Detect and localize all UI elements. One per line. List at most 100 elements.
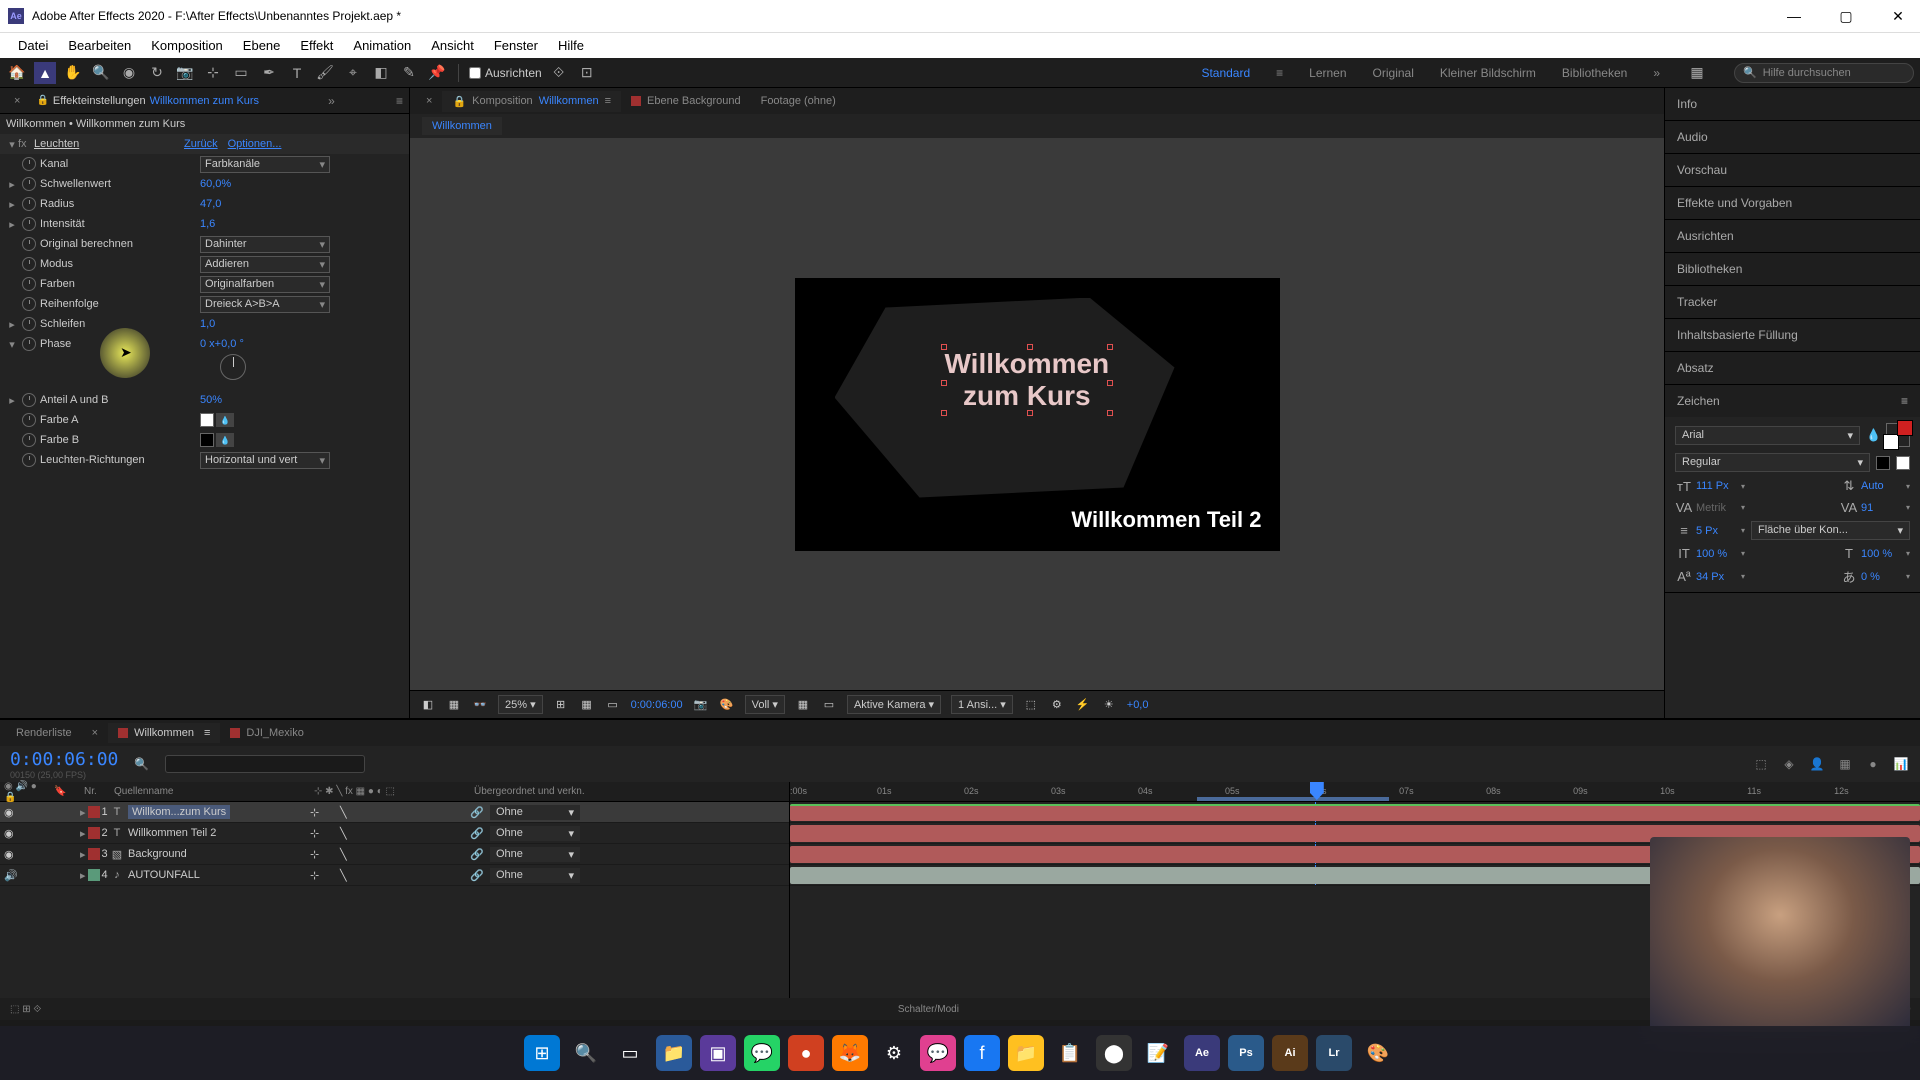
panel-tracker[interactable]: Tracker [1665,286,1920,318]
close-button[interactable]: ✕ [1884,6,1912,26]
snapshot-icon[interactable]: 📷 [693,697,709,713]
taskbar-photoshop[interactable]: Ps [1228,1035,1264,1071]
fx-toggle-icon[interactable]: fx [18,138,30,150]
title-text-layer[interactable]: Willkommen zum Kurs [945,348,1110,412]
tsume-value[interactable]: 0 % [1861,571,1903,583]
taskbar-facebook[interactable]: f [964,1035,1000,1071]
taskbar-app3[interactable]: ⚙ [876,1035,912,1071]
timeline-layer-row[interactable]: 🔊 ▸4 ♪AUTOUNFALL ⊹╲ 🔗Ohne▾ [0,865,789,886]
menu-bearbeiten[interactable]: Bearbeiten [58,34,141,57]
panel-audio[interactable]: Audio [1665,121,1920,153]
stopwatch-icon[interactable] [22,257,36,271]
tracking-value[interactable]: 91 [1861,502,1903,514]
hand-tool[interactable]: ✋ [62,62,84,84]
composition-viewer[interactable]: Willkommen zum Kurs Willkommen Teil 2 [410,138,1664,690]
comp-mini-flow-icon[interactable]: ⬚ [1752,755,1770,773]
minimize-button[interactable]: — [1780,6,1808,26]
menu-fenster[interactable]: Fenster [484,34,548,57]
taskbar-after-effects[interactable]: Ae [1184,1035,1220,1071]
stopwatch-icon[interactable] [22,157,36,171]
align-checkbox[interactable]: Ausrichten [469,66,542,80]
color-icon[interactable]: 🎨 [719,697,735,713]
panel-zeichen[interactable]: Zeichen ≡ [1665,385,1920,417]
phase-value[interactable]: 0 x+0,0 ° [200,338,244,350]
guides-icon[interactable]: ▭ [605,697,621,713]
brush-tool[interactable]: 🖌 [314,62,336,84]
clone-tool[interactable]: ⌖ [342,62,364,84]
fast-preview-icon[interactable]: ⚡ [1075,697,1091,713]
panel-info[interactable]: Info [1665,88,1920,120]
snap-tool[interactable]: ⟐ [548,62,570,84]
effect-leuchten-header[interactable]: ▾ fx Leuchten Zurück Optionen... [0,134,409,154]
farbe-a-swatch[interactable] [200,413,214,427]
taskbar-firefox[interactable]: 🦊 [832,1035,868,1071]
panel-fullung[interactable]: Inhaltsbasierte Füllung [1665,319,1920,351]
timeline-track[interactable] [790,802,1920,823]
taskbar-taskview[interactable]: ▭ [612,1035,648,1071]
stopwatch-icon[interactable] [22,317,36,331]
taskbar-messenger[interactable]: 💬 [920,1035,956,1071]
font-family-dropdown[interactable]: Arial▾ [1675,426,1860,445]
exposure-value[interactable]: +0,0 [1127,699,1149,711]
stopwatch-icon[interactable] [22,217,36,231]
camera-tool[interactable]: 📷 [174,62,196,84]
taskbar-app1[interactable]: ▣ [700,1035,736,1071]
timeline-layer-row[interactable]: ◉ ▸2 TWillkommen Teil 2 ⊹╲ 🔗Ohne▾ [0,823,789,844]
taskbar-app6[interactable]: 🎨 [1360,1035,1396,1071]
lock-icon[interactable]: 🔒 [452,95,466,108]
3d-icon[interactable]: ⬚ [1023,697,1039,713]
taskbar-app4[interactable]: 📋 [1052,1035,1088,1071]
effect-panel-close[interactable]: × [6,91,28,111]
exposure-icon[interactable]: ☀ [1101,697,1117,713]
grid-icon[interactable]: ▦ [579,697,595,713]
modus-dropdown[interactable]: Addieren▾ [200,256,330,273]
fill-swatch[interactable] [1876,456,1890,470]
workspace-bibliotheken[interactable]: Bibliotheken [1562,66,1627,80]
lock-icon[interactable]: 🔒 [36,95,48,106]
panel-bibliotheken[interactable]: Bibliotheken [1665,253,1920,285]
hscale-value[interactable]: 100 % [1861,548,1903,560]
maximize-button[interactable]: ▢ [1832,6,1860,26]
work-area[interactable] [1197,797,1389,801]
menu-effekt[interactable]: Effekt [290,34,343,57]
menu-ebene[interactable]: Ebene [233,34,291,57]
zoom-dropdown[interactable]: 25% ▾ [498,695,543,714]
toggle-switches-icon[interactable]: ⬚ ⊞ ⟐ [10,1004,41,1015]
region-icon[interactable]: ▭ [821,697,837,713]
mask-icon[interactable]: 👓 [472,697,488,713]
vscale-value[interactable]: 100 % [1696,548,1738,560]
timeline-layer-row[interactable]: ◉ ▸3 ▧Background ⊹╲ 🔗Ohne▾ [0,844,789,865]
taskbar-folder[interactable]: 📁 [1008,1035,1044,1071]
panel-ausrichten[interactable]: Ausrichten [1665,220,1920,252]
taskbar-explorer[interactable]: 📁 [656,1035,692,1071]
menu-ansicht[interactable]: Ansicht [421,34,484,57]
reihenfolge-dropdown[interactable]: Dreieck A>B>A▾ [200,296,330,313]
schleifen-value[interactable]: 1,0 [200,318,215,330]
timeline-timecode[interactable]: 0:00:06:00 [10,749,118,770]
taskbar-start[interactable]: ⊞ [524,1035,560,1071]
orbit-tool[interactable]: ◉ [118,62,140,84]
font-size-value[interactable]: 111 Px [1696,480,1738,492]
shy-icon[interactable]: 👤 [1808,755,1826,773]
panel-menu-icon[interactable]: ≡ [1901,394,1908,408]
layout-toggle[interactable]: ▦ [1686,62,1708,84]
effect-panel-tab[interactable]: 🔒 Effekteinstellungen Willkommen zum Kur… [28,91,267,111]
farbe-b-swatch[interactable] [200,433,214,447]
kanal-dropdown[interactable]: Farbkanäle▾ [200,156,330,173]
timeline-tab-willkommen[interactable]: Willkommen≡ [108,723,220,743]
help-search[interactable]: 🔍 Hilfe durchsuchen [1734,63,1914,83]
draft3d-icon[interactable]: ◈ [1780,755,1798,773]
timeline-ruler[interactable]: :00s01s02s03s04s05s06s07s08s09s10s11s12s [790,782,1920,802]
transparency-icon[interactable]: ▦ [795,697,811,713]
radius-value[interactable]: 47,0 [200,198,221,210]
viewer-timecode[interactable]: 0:00:06:00 [631,699,683,711]
workspace-standard[interactable]: Standard [1201,66,1250,80]
eyedropper-icon[interactable]: 💧 [1866,428,1880,442]
comp-tab-footage[interactable]: Footage (ohne) [751,91,846,111]
intensitat-value[interactable]: 1,6 [200,218,215,230]
font-style-dropdown[interactable]: Regular▾ [1675,453,1870,472]
stopwatch-icon[interactable] [22,277,36,291]
pen-tool[interactable]: ✒ [258,62,280,84]
camera-dropdown[interactable]: Aktive Kamera ▾ [847,695,941,714]
eyedropper-icon[interactable]: 💧 [216,413,234,427]
